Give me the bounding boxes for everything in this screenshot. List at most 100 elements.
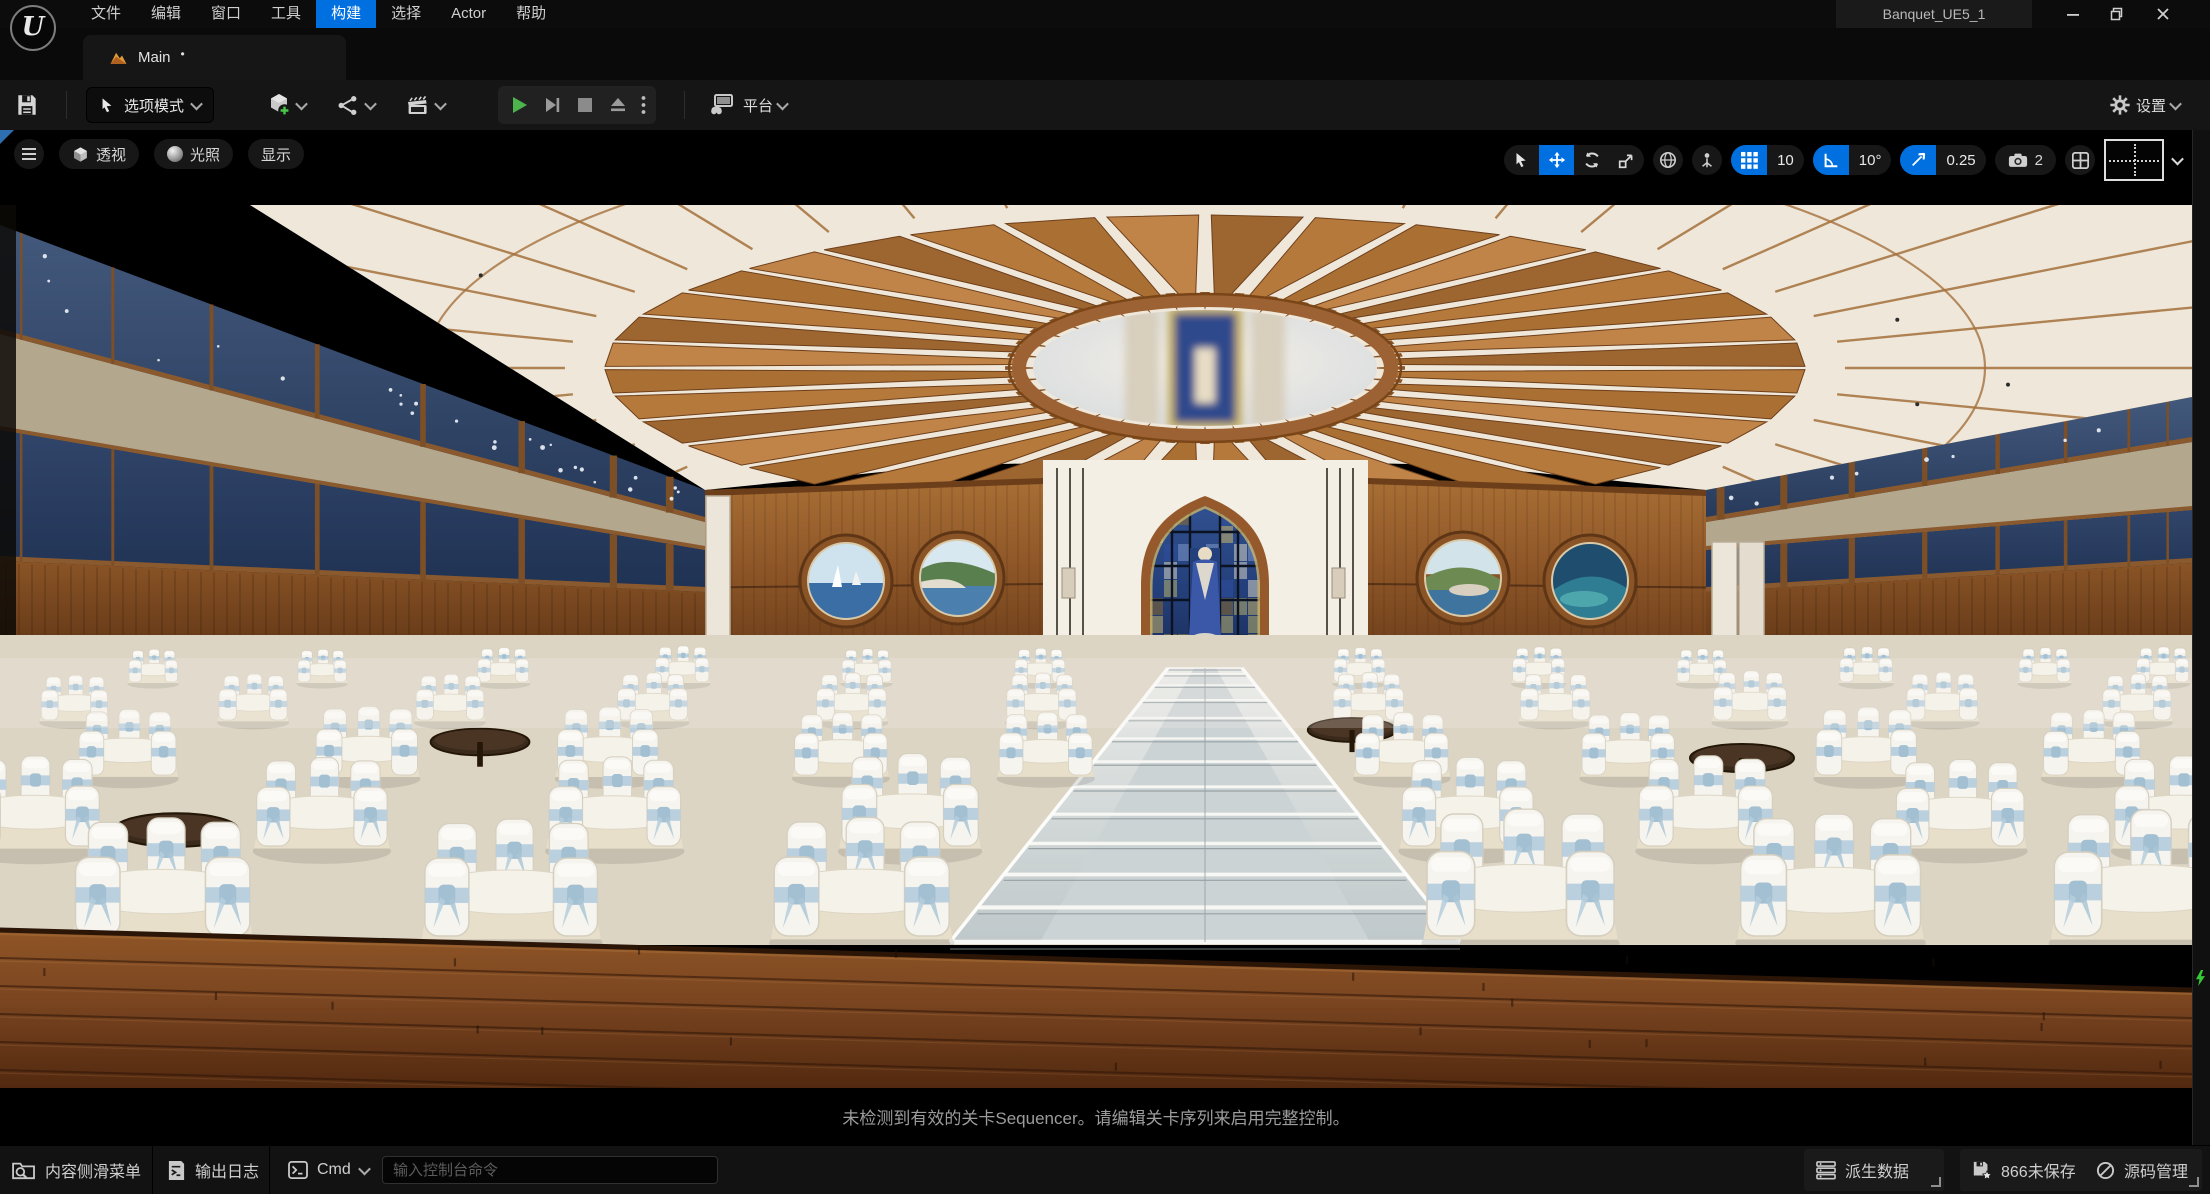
perspective-label: 透视 (96, 144, 126, 165)
select-tool-button[interactable] (1504, 145, 1539, 175)
content-drawer-label: 内容侧滑菜单 (45, 1158, 141, 1182)
menu-select[interactable]: 选择 (376, 0, 436, 28)
grid-icon (1741, 152, 1758, 169)
settings-label: 设置 (2136, 95, 2166, 116)
play-icon (508, 94, 530, 116)
window-title: Banquet_UE5_1 (1836, 0, 2032, 28)
chevron-down-icon (190, 97, 203, 110)
scale-snap-value[interactable]: 0.25 (1936, 145, 1985, 175)
menu-help[interactable]: 帮助 (501, 0, 561, 28)
tab-dirty-dot: • (181, 47, 185, 61)
viewport-options-button[interactable] (14, 139, 44, 169)
quad-view-icon (2072, 152, 2089, 169)
perspective-dropdown[interactable]: 透视 (59, 139, 139, 169)
grid-snap-button[interactable] (1731, 145, 1767, 175)
show-label: 显示 (261, 144, 291, 165)
transform-tools (1504, 145, 1644, 175)
toolbar-separator (66, 91, 67, 119)
menu-window[interactable]: 窗口 (196, 0, 256, 28)
grid-snap-control: 10 (1731, 145, 1804, 175)
close-button[interactable] (2146, 0, 2180, 28)
main-menu: 文件 编辑 窗口 工具 构建 选择 Actor 帮助 (76, 0, 561, 28)
rotation-snap-button[interactable] (1813, 145, 1849, 175)
angle-icon (1822, 151, 1840, 169)
frame-skip-button[interactable] (535, 87, 568, 123)
move-tool-button[interactable] (1539, 145, 1574, 175)
tab-main-level[interactable]: Main • (83, 35, 346, 80)
menu-actor[interactable]: Actor (436, 0, 501, 28)
viewport-layout-preview[interactable] (2104, 139, 2164, 181)
camera-speed-control[interactable]: 2 (1995, 145, 2056, 175)
sequencer-warning-message: 未检测到有效的关卡Sequencer。请编辑关卡序列来启用完整控制。 (0, 1088, 2192, 1145)
maximize-viewport-button[interactable] (2065, 145, 2095, 175)
rotate-icon (1583, 151, 1601, 169)
platforms-dropdown[interactable]: 平台 (700, 87, 795, 123)
hamburger-menu-icon (22, 148, 36, 160)
menu-file[interactable]: 文件 (76, 0, 136, 28)
console-command-input[interactable] (382, 1156, 718, 1184)
grid-snap-value[interactable]: 10 (1767, 145, 1804, 175)
save-icon (14, 92, 40, 118)
minimize-icon (2066, 7, 2080, 21)
select-mode-icon (99, 97, 116, 114)
menu-build[interactable]: 构建 (316, 0, 376, 28)
lit-label: 光照 (190, 144, 220, 165)
viewport-right-toolbar: 10 10° 0.25 2 (1504, 139, 2182, 181)
select-mode-dropdown[interactable]: 选项模式 (86, 87, 214, 123)
menu-tools[interactable]: 工具 (256, 0, 316, 28)
platforms-label: 平台 (743, 95, 773, 116)
rotation-snap-control: 10° (1813, 145, 1892, 175)
close-icon (2156, 7, 2170, 21)
rotation-snap-value[interactable]: 10° (1849, 145, 1892, 175)
blueprints-icon (336, 93, 361, 118)
level-icon (109, 49, 128, 66)
world-local-toggle[interactable] (1653, 145, 1683, 175)
save-button[interactable] (14, 80, 40, 130)
output-log-button[interactable]: 输出日志 (167, 1146, 259, 1194)
lit-sphere-icon (167, 146, 183, 162)
rotate-tool-button[interactable] (1574, 145, 1609, 175)
viewport-left-toolbar: 透视 光照 显示 (14, 139, 304, 169)
unsaved-button[interactable]: 866未保存 (1972, 1146, 2076, 1194)
toolbar-separator (684, 91, 685, 119)
main-toolbar: 选项模式 平台 设置 (0, 80, 2210, 130)
chevron-down-icon (434, 97, 447, 110)
cmd-dropdown[interactable]: Cmd (288, 1146, 369, 1194)
restore-icon (2110, 7, 2124, 21)
source-control-label: 源码管理 (2124, 1158, 2188, 1182)
lit-mode-dropdown[interactable]: 光照 (154, 139, 233, 169)
chevron-down-icon (2169, 97, 2182, 110)
restore-button[interactable] (2100, 0, 2134, 28)
minimize-button[interactable] (2056, 0, 2090, 28)
derived-data-button[interactable]: 派生数据 (1816, 1146, 1909, 1194)
status-bar: 内容侧滑菜单 输出日志 Cmd 输入控制台命令 派生数据 866未保存 源码管理 (0, 1145, 2210, 1194)
source-control-button[interactable]: 源码管理 (2096, 1146, 2188, 1194)
viewport-scene (0, 130, 2192, 1088)
chevron-down-icon (358, 1162, 371, 1175)
add-actor-dropdown[interactable] (258, 87, 314, 123)
play-options-button[interactable] (634, 87, 652, 123)
play-button[interactable] (502, 87, 535, 123)
scale-snap-button[interactable] (1900, 145, 1936, 175)
content-drawer-button[interactable]: 内容侧滑菜单 (12, 1146, 141, 1194)
chevron-down-icon[interactable] (2171, 152, 2184, 165)
settings-dropdown[interactable]: 设置 (2101, 87, 2188, 123)
level-viewport[interactable]: 透视 光照 显示 10 10° 0.25 2 未检测到有效的关卡Sequence… (0, 130, 2192, 1145)
gear-icon (2109, 94, 2131, 116)
stop-button[interactable] (568, 87, 601, 123)
show-dropdown[interactable]: 显示 (248, 139, 304, 169)
eject-button[interactable] (601, 87, 634, 123)
cube-icon (72, 146, 89, 163)
scale-tool-button[interactable] (1609, 145, 1644, 175)
cinematics-dropdown[interactable] (397, 87, 453, 123)
surface-snap-icon (1698, 151, 1716, 169)
surface-snapping-button[interactable] (1692, 145, 1722, 175)
output-log-icon (167, 1160, 186, 1181)
frame-skip-icon (542, 95, 562, 115)
save-star-icon (1972, 1160, 1992, 1180)
blueprints-dropdown[interactable] (328, 87, 383, 123)
menu-edit[interactable]: 编辑 (136, 0, 196, 28)
chevron-down-icon (295, 97, 308, 110)
sync-status-icon (2196, 970, 2205, 986)
unreal-logo[interactable]: U (10, 5, 56, 51)
